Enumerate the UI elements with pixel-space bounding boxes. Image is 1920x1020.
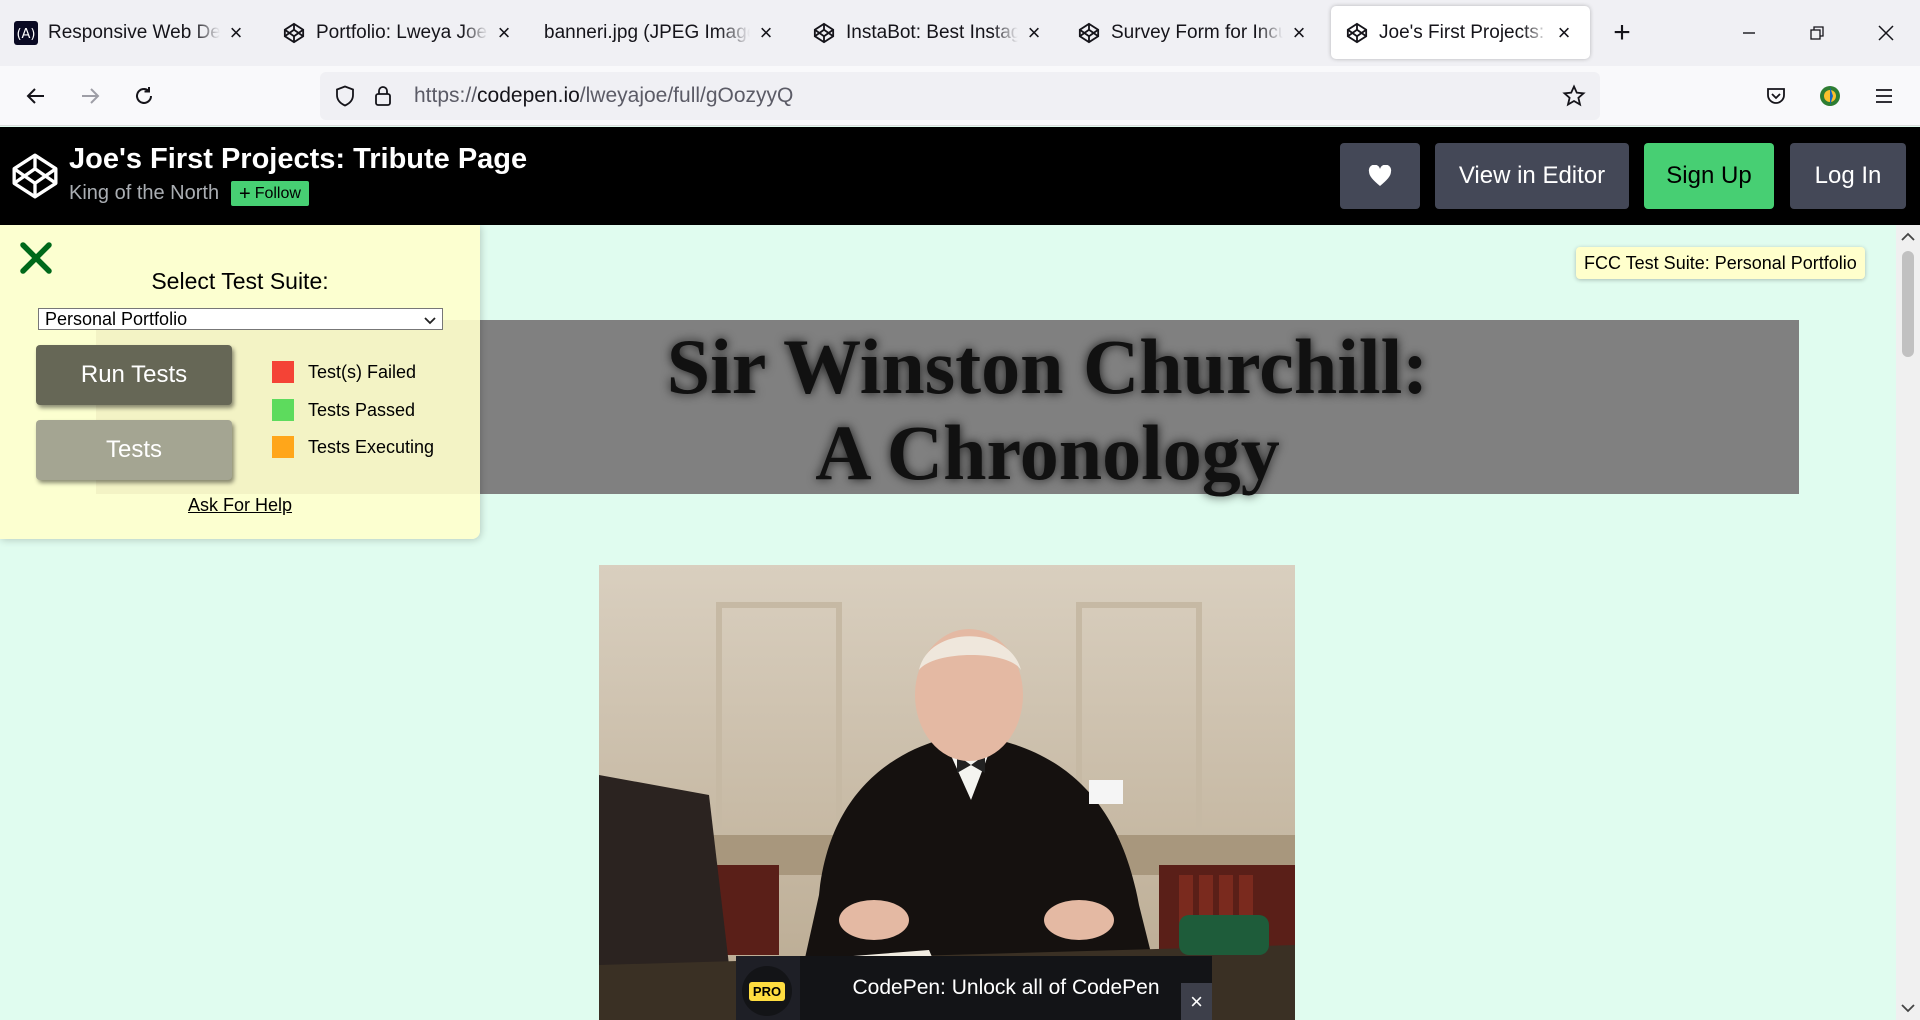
executing-swatch [272, 436, 294, 458]
browser-tab[interactable]: (A) Responsive Web Design × [0, 6, 262, 59]
close-icon[interactable]: × [492, 20, 516, 45]
codepen-pro-promo[interactable]: PRO CodePen: Unlock all of CodePen [736, 956, 1212, 1020]
ask-for-help-link[interactable]: Ask For Help [0, 495, 480, 516]
freecodecamp-icon: (A) [14, 20, 38, 45]
close-icon[interactable]: × [754, 20, 778, 45]
pro-badge: PRO [742, 966, 792, 1016]
selected-suite: Personal Portfolio [45, 308, 188, 329]
url-host: codepen.io [477, 84, 580, 107]
chevron-down-icon [424, 309, 436, 330]
scrollbar-thumb[interactable] [1902, 251, 1914, 357]
minimize-button[interactable] [1729, 14, 1769, 52]
run-tests-button[interactable]: Run Tests [36, 345, 232, 405]
codepen-icon [812, 21, 836, 45]
heading-line-1: Sir Winston Churchill: [666, 323, 1429, 410]
codepen-logo-icon[interactable] [10, 151, 60, 201]
promo-text[interactable]: CodePen: Unlock all of CodePen [800, 956, 1212, 1020]
log-in-button[interactable]: Log In [1790, 143, 1906, 209]
pen-title: Joe's First Projects: Tribute Page [69, 143, 528, 175]
fcc-test-panel: Select Test Suite: Personal Portfolio Ru… [0, 225, 480, 539]
tab-title: InstaBot: Best Instagram [846, 21, 1018, 43]
passed-swatch [272, 399, 294, 421]
churchill-photo [599, 565, 1295, 1020]
tests-button[interactable]: Tests [36, 420, 232, 480]
restore-button[interactable] [1797, 14, 1837, 52]
legend-passed: Tests Passed [272, 399, 415, 421]
url-bar[interactable]: https://codepen.io/lweyajoe/full/gOozyyQ [320, 72, 1600, 120]
sign-up-button[interactable]: Sign Up [1644, 143, 1774, 209]
scroll-up-arrow-icon[interactable] [1896, 227, 1920, 247]
follow-button[interactable]: + Follow [231, 181, 309, 206]
pocket-icon[interactable] [1758, 78, 1794, 114]
select-test-suite-label: Select Test Suite: [151, 268, 329, 294]
browser-tab[interactable]: InstaBot: Best Instagram × [798, 6, 1060, 59]
legend-label: Test(s) Failed [308, 361, 417, 382]
codepen-icon [1077, 21, 1101, 45]
test-suite-select[interactable]: Personal Portfolio [38, 308, 443, 330]
codepen-header: Joe's First Projects: Tribute Page King … [0, 127, 1920, 225]
close-icon[interactable]: × [1552, 20, 1576, 45]
legend-label: Tests Passed [308, 399, 416, 420]
codepen-icon [1345, 21, 1369, 45]
close-icon[interactable]: × [1287, 20, 1311, 45]
codepen-icon [282, 21, 306, 45]
legend-executing: Tests Executing [272, 436, 434, 458]
pro-badge-label: PRO [748, 981, 786, 1001]
url-path: /lweyajoe/full/gOozyyQ [579, 84, 794, 107]
forward-button[interactable] [72, 78, 108, 114]
follow-label: Follow [254, 184, 301, 202]
plus-icon: + [239, 182, 251, 205]
close-icon[interactable]: × [224, 20, 248, 45]
shield-icon[interactable] [332, 85, 358, 107]
url-text[interactable]: https://codepen.io/lweyajoe/full/gOozyyQ [414, 84, 793, 108]
heading-line-2: A Chronology [815, 409, 1280, 496]
heart-button[interactable] [1340, 143, 1420, 209]
page-scrollbar[interactable] [1896, 225, 1920, 1020]
browser-tab-active[interactable]: Joe's First Projects: Trib × [1331, 6, 1590, 59]
browser-tab-strip: (A) Responsive Web Design × Portfolio: L… [0, 0, 1920, 66]
menu-icon[interactable] [1866, 78, 1902, 114]
tab-title: banneri.jpg (JPEG Image, 4 [544, 21, 750, 43]
tab-title: Responsive Web Design [48, 21, 220, 43]
view-in-editor-button[interactable]: View in Editor [1435, 143, 1629, 209]
close-window-button[interactable] [1866, 14, 1906, 52]
browser-tab[interactable]: banneri.jpg (JPEG Image, 4 × [530, 6, 792, 59]
tab-title: Portfolio: Lweya Joe [316, 21, 488, 43]
legend-label: Tests Executing [308, 436, 435, 457]
tab-title: Survey Form for Incuba [1111, 21, 1283, 43]
back-button[interactable] [18, 78, 54, 114]
legend-failed: Test(s) Failed [272, 361, 416, 383]
tab-title: Joe's First Projects: Trib [1379, 21, 1548, 43]
browser-nav-bar: https://codepen.io/lweyajoe/full/gOozyyQ [0, 66, 1920, 126]
browser-tab[interactable]: Survey Form for Incuba × [1063, 6, 1325, 59]
pen-preview: Sir Winston Churchill: A Chronology FCC … [0, 225, 1896, 1020]
fcc-test-suite-badge: FCC Test Suite: Personal Portfolio [1576, 247, 1865, 279]
extension-icon[interactable] [1812, 78, 1848, 114]
close-icon[interactable]: × [1181, 983, 1212, 1020]
scroll-down-arrow-icon[interactable] [1896, 998, 1920, 1018]
close-icon[interactable]: × [1022, 20, 1046, 45]
url-scheme: https:// [414, 84, 478, 107]
lock-icon[interactable] [370, 85, 396, 107]
pen-author[interactable]: King of the North [69, 182, 219, 205]
svg-text:(A): (A) [16, 27, 35, 42]
new-tab-button[interactable]: + [1606, 16, 1638, 49]
failed-swatch [272, 361, 294, 383]
reload-button[interactable] [126, 78, 162, 114]
browser-tab[interactable]: Portfolio: Lweya Joe × [268, 6, 530, 59]
heart-icon [1368, 165, 1392, 186]
bookmark-star-icon[interactable] [1562, 84, 1586, 114]
